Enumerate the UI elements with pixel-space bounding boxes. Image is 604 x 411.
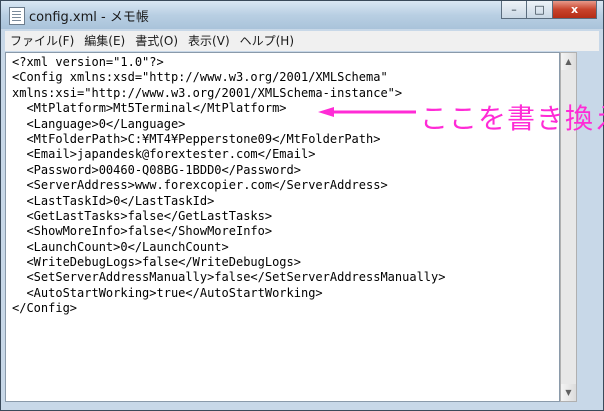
menu-help[interactable]: ヘルプ(H) xyxy=(235,31,299,51)
menu-bar: ファイル(F) 編集(E) 書式(O) 表示(V) ヘルプ(H) xyxy=(5,31,599,51)
annotation-arrow-icon xyxy=(318,107,416,117)
scroll-up-arrow-icon[interactable]: ▲ xyxy=(561,53,576,70)
editor-line: <Password>00460-Q08BG-1BDD0</Password> xyxy=(12,162,301,177)
editor-content: <?xml version="1.0"?> <Config xmlns:xsd="… xyxy=(6,53,559,317)
annotation-label: ここを書き換え xyxy=(420,102,604,135)
editor-line: </Config> xyxy=(12,301,78,316)
editor-line: <ShowMoreInfo>false</ShowMoreInfo> xyxy=(12,224,273,239)
minimize-button[interactable]: – xyxy=(501,1,527,19)
editor-line: <LaunchCount>0</LaunchCount> xyxy=(12,239,229,254)
notepad-window: config.xml - メモ帳 – □ x ファイル(F) 編集(E) 書式(… xyxy=(0,0,604,411)
menu-edit[interactable]: 編集(E) xyxy=(79,31,130,51)
editor-line: <LastTaskId>0</LastTaskId> xyxy=(12,193,215,208)
editor-line: <ServerAddress>www.forexcopier.com</Serv… xyxy=(12,178,388,193)
scroll-down-arrow-icon[interactable]: ▼ xyxy=(561,384,576,401)
title-bar[interactable]: config.xml - メモ帳 – □ x xyxy=(1,1,603,29)
editor-line: <WriteDebugLogs>false</WriteDebugLogs> xyxy=(12,255,301,270)
window-controls: – □ x xyxy=(501,1,597,21)
editor-line: <AutoStartWorking>true</AutoStartWorking… xyxy=(12,285,323,300)
editor-line: <GetLastTasks>false</GetLastTasks> xyxy=(12,208,273,223)
editor-line: <SetServerAddressManually>false</SetServ… xyxy=(12,270,446,285)
notepad-icon xyxy=(9,7,25,25)
menu-file[interactable]: ファイル(F) xyxy=(5,31,79,51)
menu-view[interactable]: 表示(V) xyxy=(183,31,235,51)
editor-line: <Email>japandesk@forextester.com</Email> xyxy=(12,147,316,162)
window-title: config.xml - メモ帳 xyxy=(29,10,149,25)
maximize-button[interactable]: □ xyxy=(527,1,553,19)
close-button[interactable]: x xyxy=(553,1,597,19)
editor-line: <?xml version="1.0"?> xyxy=(12,55,164,69)
menu-format[interactable]: 書式(O) xyxy=(130,31,183,51)
editor-line: <Config xmlns:xsd="http://www.w3.org/200… xyxy=(12,70,388,85)
